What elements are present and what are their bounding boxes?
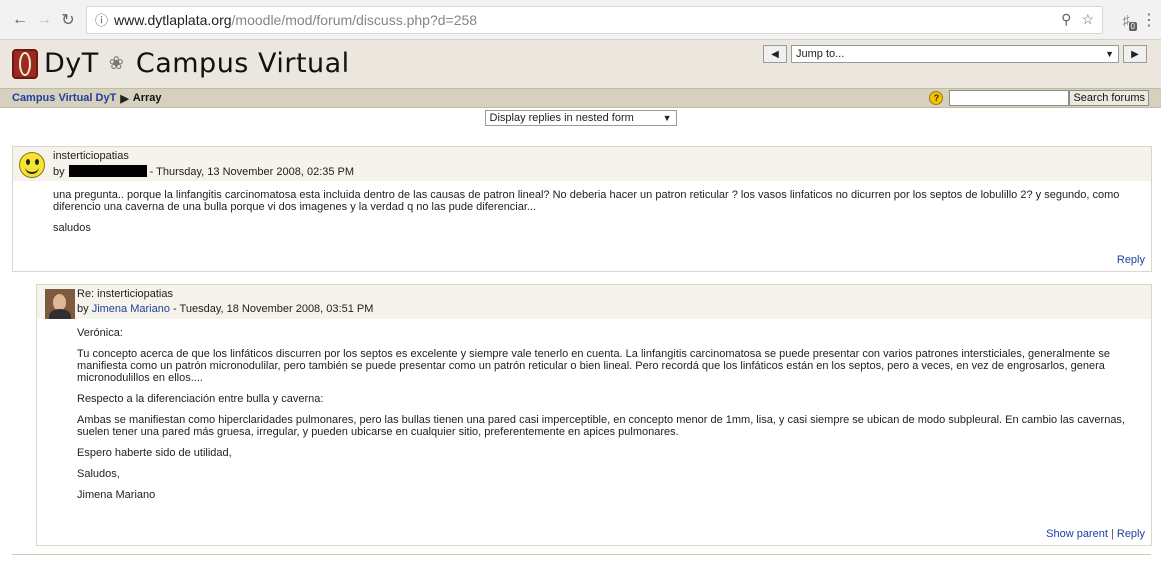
url-path: /moodle/mod/forum/discuss.php?d=258 <box>231 11 478 28</box>
browser-menu-icon[interactable]: ⋮ <box>1141 10 1157 30</box>
site-logo[interactable]: DyT ❀ Campus Virtual <box>12 48 350 79</box>
breadcrumb-separator-icon: ▶ <box>120 92 129 105</box>
jump-to-select[interactable]: Jump to... ▼ <box>791 45 1119 63</box>
post-subject: Re: insterticiopatias <box>77 288 173 300</box>
jump-to-navigation: ◀ Jump to... ▼ ▶ <box>763 45 1147 63</box>
post-body: una pregunta.. porque la linfangitis car… <box>13 181 1151 234</box>
extension-icon[interactable]: ♯ 0 <box>1115 9 1137 31</box>
address-bar[interactable]: ⓘ www.dytlaplata.org/moodle/mod/forum/di… <box>86 5 1103 34</box>
display-mode-row: Display replies in nested form ▼ <box>0 108 1161 128</box>
help-icon[interactable]: ? <box>929 91 944 105</box>
back-icon[interactable]: ← <box>8 8 32 32</box>
chevron-down-icon: ▼ <box>662 113 672 123</box>
info-icon[interactable]: ⓘ <box>95 10 108 29</box>
smiley-avatar-icon[interactable] <box>19 152 45 178</box>
logo-gear-icon: ❀ <box>108 53 124 73</box>
reply-link[interactable]: Reply <box>1117 528 1145 540</box>
bookmark-star-icon[interactable]: ☆ <box>1081 11 1094 28</box>
search-forums-button[interactable]: Search forums <box>1069 90 1149 106</box>
jump-to-label: Jump to... <box>796 48 845 60</box>
forum-post-reply: Re: insterticiopatias by Jimena Mariano … <box>36 284 1152 546</box>
post-subject: insterticiopatias <box>53 150 129 162</box>
post-paragraph: Verónica: <box>77 327 123 339</box>
display-mode-value: Display replies in nested form <box>489 112 634 124</box>
url-host: www.dytlaplata.org <box>114 11 232 28</box>
post-paragraph: Espero haberte sido de utilidad, <box>77 447 232 459</box>
logo-emblem-icon <box>12 48 38 79</box>
post-paragraph: Saludos, <box>77 468 120 480</box>
site-header: DyT ❀ Campus Virtual ◀ Jump to... ▼ ▶ <box>0 40 1161 88</box>
post-paragraph: Ambas se manifiestan como hiperclaridade… <box>77 414 1125 438</box>
forum-search: ? Search forums <box>929 90 1149 106</box>
breadcrumb-current: Array <box>132 92 162 104</box>
post-paragraph: Tu concepto acerca de que los linfáticos… <box>77 348 1110 384</box>
post-header: insterticiopatias by - Thursday, 13 Novem… <box>13 147 1151 181</box>
search-input[interactable] <box>949 90 1070 106</box>
browser-toolbar: ← → ↻ ⓘ www.dytlaplata.org/moodle/mod/fo… <box>0 0 1161 40</box>
breadcrumb-home-link[interactable]: Campus Virtual DyT <box>12 92 116 104</box>
divider <box>12 554 1151 555</box>
next-activity-button[interactable]: ▶ <box>1123 45 1147 63</box>
reload-icon[interactable]: ↻ <box>56 8 80 32</box>
redacted-author <box>68 165 147 177</box>
extension-badge: 0 <box>1128 21 1137 31</box>
post-date: - Thursday, 13 November 2008, 02:35 PM <box>149 166 355 178</box>
post-paragraph: saludos <box>53 222 91 234</box>
zoom-icon[interactable]: ⚲ <box>1061 11 1071 28</box>
author-link[interactable]: Jimena Mariano <box>92 303 170 315</box>
post-date: - Tuesday, 18 November 2008, 03:51 PM <box>173 303 374 315</box>
user-photo-avatar[interactable] <box>45 289 75 319</box>
post-paragraph: una pregunta.. porque la linfangitis car… <box>53 189 1120 213</box>
forward-icon[interactable]: → <box>32 8 56 32</box>
post-commands: Show parent | Reply <box>1046 528 1145 540</box>
post-body: Verónica: Tu concepto acerca de que los … <box>37 319 1151 501</box>
byline-by: by <box>77 303 89 315</box>
post-paragraph: Respecto a la diferenciación entre bulla… <box>77 393 324 405</box>
site-title-dyt: DyT <box>44 48 99 79</box>
command-separator: | <box>1110 528 1114 540</box>
post-header: Re: insterticiopatias by Jimena Mariano … <box>37 285 1151 319</box>
post-byline: by Jimena Mariano - Tuesday, 18 November… <box>77 303 373 315</box>
site-title-campus: Campus Virtual <box>135 48 350 79</box>
post-commands: Reply <box>1117 254 1145 266</box>
forum-post: insterticiopatias by - Thursday, 13 Novem… <box>12 146 1152 272</box>
post-byline: by - Thursday, 13 November 2008, 02:35 PM <box>53 165 354 178</box>
display-mode-select[interactable]: Display replies in nested form ▼ <box>484 110 677 126</box>
show-parent-link[interactable]: Show parent <box>1046 528 1108 540</box>
chevron-down-icon: ▼ <box>1105 49 1114 59</box>
previous-activity-button[interactable]: ◀ <box>763 45 787 63</box>
reply-link[interactable]: Reply <box>1117 254 1145 266</box>
post-paragraph: Jimena Mariano <box>77 489 156 501</box>
navbar: Campus Virtual DyT ▶ Array ? Search foru… <box>0 88 1161 108</box>
byline-by: by <box>53 166 65 178</box>
